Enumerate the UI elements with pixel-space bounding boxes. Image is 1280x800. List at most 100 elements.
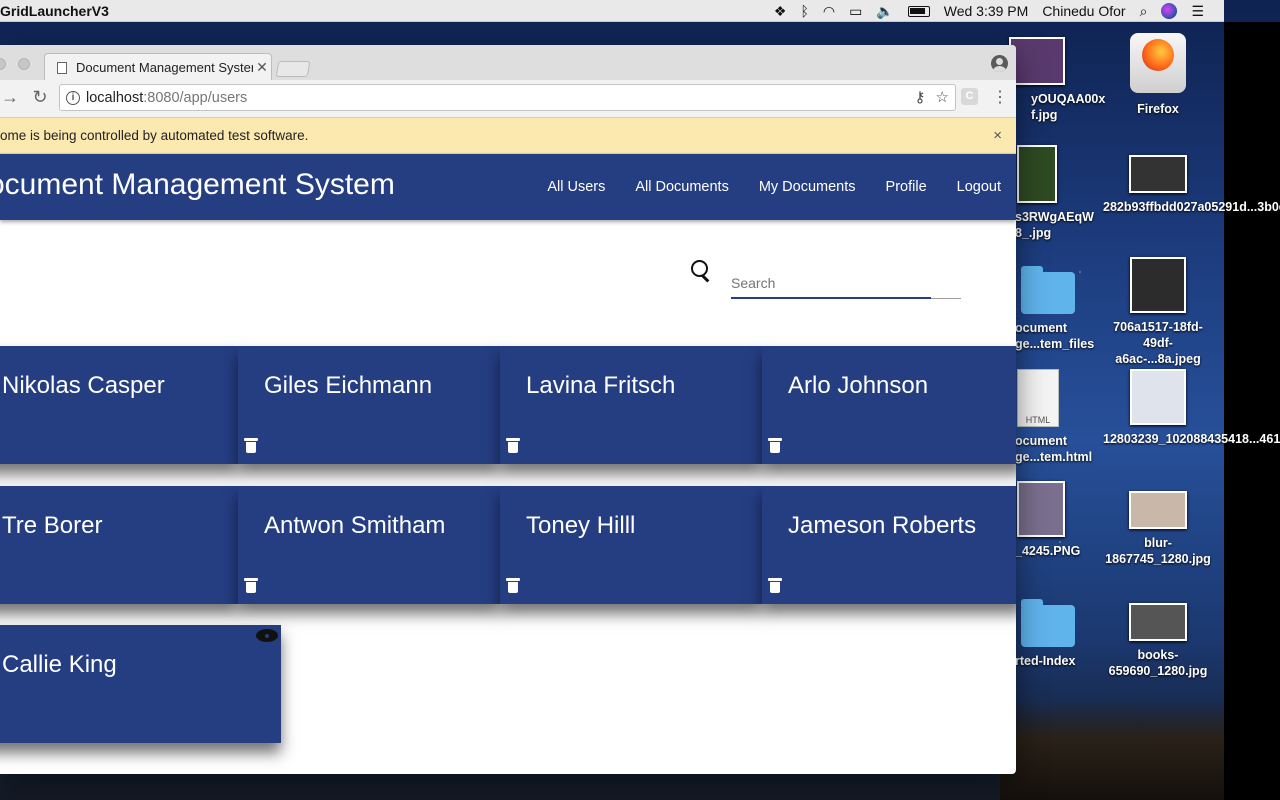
search-underline (731, 297, 931, 299)
url-host: localhost (86, 89, 144, 106)
html-file-icon: HTML (1017, 369, 1059, 427)
bookmark-star-icon[interactable]: ☆ (936, 88, 949, 106)
user-name: Giles Eichmann (264, 372, 433, 399)
reload-icon[interactable]: ↻ (30, 87, 50, 108)
html-badge: HTML (1025, 415, 1051, 425)
user-card[interactable]: Callie King (0, 625, 281, 743)
forward-icon[interactable]: → (0, 87, 20, 108)
browser-menu-icon[interactable]: ⋮ (992, 87, 1008, 107)
delete-icon[interactable] (506, 438, 520, 453)
delete-icon[interactable] (768, 438, 782, 453)
notification-center-icon[interactable]: ☰ (1191, 0, 1204, 22)
delete-icon[interactable] (244, 438, 258, 453)
desktop-file-label: books-659690_1280.jpg (1108, 648, 1208, 678)
menubar-user[interactable]: Chinedu Ofor (1042, 3, 1125, 19)
desktop-file-icon[interactable]: blur-1867745_1280.jpg (1103, 491, 1213, 567)
user-name: Callie King (2, 651, 117, 678)
firefox-icon (1130, 33, 1186, 93)
automation-infobar: ome is being controlled by automated tes… (0, 118, 1016, 154)
user-card[interactable]: Nikolas Casper (0, 346, 238, 464)
desktop-file-label: 282b93ffbdd027a05291d...3b0e.jpg (1103, 200, 1280, 214)
browser-toolbar: → ↻ i localhost:8080/app/users ⚷ ☆ C ⋮ (0, 80, 1016, 118)
volume-icon[interactable]: 🔈 (876, 0, 893, 22)
image-thumbnail (1129, 603, 1187, 641)
new-tab-button[interactable] (275, 61, 311, 77)
window-minimize-button[interactable] (18, 58, 30, 70)
user-name: Nikolas Casper (2, 372, 165, 399)
delete-icon[interactable] (768, 578, 782, 593)
delete-icon[interactable] (244, 578, 258, 593)
siri-icon[interactable] (1161, 3, 1178, 19)
folder-icon (1021, 266, 1075, 314)
image-thumbnail (1129, 155, 1187, 193)
key-icon[interactable]: ⚷ (915, 88, 926, 106)
menubar-clock[interactable]: Wed 3:39 PM (944, 3, 1029, 19)
browser-tab[interactable]: Document Management Syster ✕ (44, 53, 272, 81)
window-close-button[interactable] (0, 58, 6, 70)
image-thumbnail (1129, 491, 1187, 529)
dropbox-icon[interactable]: ❖ (774, 0, 787, 22)
user-card[interactable]: Antwon Smitham (238, 486, 500, 604)
delete-icon[interactable] (506, 578, 520, 593)
nav-logout[interactable]: Logout (942, 179, 1016, 195)
image-thumbnail (1130, 257, 1186, 313)
image-thumbnail (1017, 481, 1065, 537)
spotlight-search-icon[interactable]: ⌕ (1140, 0, 1148, 22)
search-box (690, 257, 962, 299)
search-icon (690, 259, 714, 283)
desktop-file-icon[interactable]: books-659690_1280.jpg (1103, 603, 1213, 679)
user-name: Antwon Smitham (264, 512, 446, 539)
user-card[interactable]: Giles Eichmann (238, 346, 500, 464)
bluetooth-icon[interactable]: ᛒ (800, 0, 808, 22)
user-name: Lavina Fritsch (526, 372, 676, 399)
folder-icon (1021, 599, 1075, 647)
menubar: GridLauncherV3 ❖ ᛒ ◠ ▭ 🔈 Wed 3:39 PM Chi… (0, 0, 1224, 22)
image-thumbnail (1130, 369, 1186, 425)
airplay-icon[interactable]: ▭ (849, 0, 862, 22)
profile-icon[interactable] (991, 55, 1008, 72)
infobar-message: ome is being controlled by automated tes… (0, 128, 309, 143)
view-icon[interactable] (256, 629, 278, 642)
user-name: Toney Hilll (526, 512, 636, 539)
wifi-icon[interactable]: ◠ (823, 0, 835, 22)
browser-window: Document Management Syster ✕ → ↻ i local… (0, 45, 1016, 774)
search-input[interactable] (731, 267, 961, 299)
desktop-file-label: blur-1867745_1280.jpg (1105, 536, 1211, 566)
desktop-file-label: Firefox (1137, 102, 1179, 116)
user-card[interactable]: Toney Hilll (500, 486, 762, 604)
screen-edge (1224, 22, 1280, 800)
menubar-app-name[interactable]: GridLauncherV3 (0, 3, 109, 19)
battery-icon[interactable] (907, 5, 930, 17)
tab-close-icon[interactable]: ✕ (253, 59, 271, 76)
desktop-file-label: 12803239_102088435418...461_n.jpg (1103, 432, 1280, 446)
user-card[interactable]: Arlo Johnson (762, 346, 1016, 464)
extension-icon[interactable]: C (961, 88, 978, 105)
nav-my-documents[interactable]: My Documents (744, 179, 871, 195)
desktop-file-label: 706a1517-18fd-49df-a6ac-...8a.jpeg (1113, 320, 1203, 366)
image-thumbnail (1009, 37, 1065, 85)
tab-strip: Document Management Syster ✕ (0, 45, 1016, 81)
image-thumbnail (1017, 145, 1057, 203)
page-icon (57, 61, 67, 74)
desktop-file-icon[interactable]: 706a1517-18fd-49df-a6ac-...8a.jpeg (1103, 257, 1213, 367)
user-name: Tre Borer (2, 512, 103, 539)
address-bar[interactable]: i localhost:8080/app/users ⚷ ☆ (59, 84, 956, 111)
infobar-close-icon[interactable]: × (993, 127, 1002, 144)
desktop-file-icon[interactable]: 282b93ffbdd027a05291d...3b0e.jpg (1103, 155, 1280, 215)
site-info-icon[interactable]: i (66, 90, 80, 105)
url-path: :8080/app/users (143, 89, 248, 106)
nav-all-documents[interactable]: All Documents (620, 179, 743, 195)
user-card[interactable]: Tre Borer (0, 486, 238, 604)
user-name: Jameson Roberts (788, 512, 977, 539)
user-card[interactable]: Jameson Roberts (762, 486, 1016, 604)
app-brand[interactable]: ocument Management System (0, 168, 395, 202)
nav-all-users[interactable]: All Users (532, 179, 620, 195)
nav-profile[interactable]: Profile (871, 179, 942, 195)
user-name: Arlo Johnson (788, 372, 929, 399)
user-card[interactable]: Lavina Fritsch (500, 346, 762, 464)
app-navbar: ocument Management System All Users All … (0, 154, 1016, 220)
tab-title: Document Management Syster (76, 60, 253, 75)
desktop-file-icon[interactable]: 12803239_102088435418...461_n.jpg (1103, 369, 1280, 447)
nav-links: All Users All Documents My Documents Pro… (532, 154, 1016, 220)
desktop-firefox-icon[interactable]: Firefox (1103, 33, 1213, 117)
